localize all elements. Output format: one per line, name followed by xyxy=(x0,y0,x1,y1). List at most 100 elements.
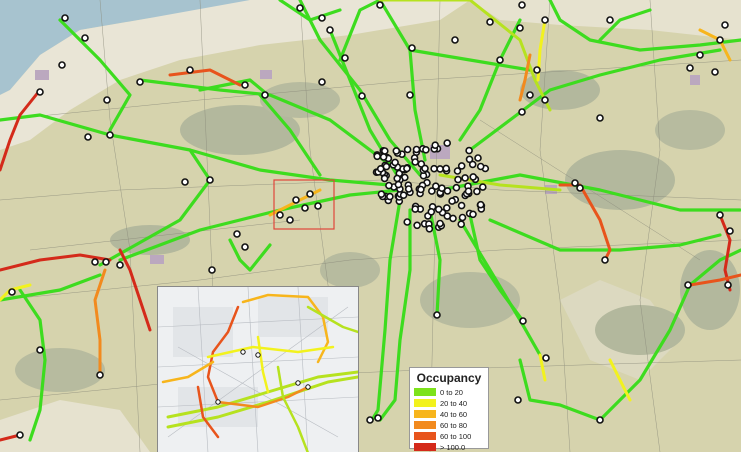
stop-marker xyxy=(726,227,734,235)
stop-marker xyxy=(102,258,110,266)
stop-marker xyxy=(292,196,300,204)
stop-marker xyxy=(58,61,66,69)
legend-item: 0 to 20 xyxy=(414,387,484,397)
stop-marker xyxy=(533,66,541,74)
stop-marker xyxy=(286,216,294,224)
stop-marker xyxy=(496,56,504,64)
stop-marker xyxy=(8,288,16,296)
stop-marker xyxy=(103,96,111,104)
inset-map-canvas xyxy=(158,287,358,452)
stop-marker xyxy=(36,346,44,354)
stop-marker xyxy=(96,371,104,379)
stop-marker xyxy=(716,36,724,44)
stop-marker xyxy=(696,51,704,59)
stop-marker xyxy=(476,162,485,171)
stop-marker xyxy=(486,18,494,26)
legend-label: > 100.0 xyxy=(440,442,466,452)
stop-marker xyxy=(403,218,412,226)
stop-marker xyxy=(380,174,389,183)
legend-swatch xyxy=(414,388,436,396)
legend-title: Occupancy xyxy=(416,371,482,385)
legend-swatch xyxy=(414,443,436,451)
stop-marker xyxy=(465,146,473,155)
stop-marker xyxy=(413,221,421,230)
stop-marker xyxy=(391,158,399,167)
stop-marker xyxy=(36,88,44,96)
stop-marker xyxy=(417,185,425,194)
stop-marker xyxy=(469,173,478,181)
legend-item: 40 to 60 xyxy=(414,409,484,419)
stop-marker xyxy=(412,145,421,154)
stop-marker xyxy=(541,16,549,24)
stop-marker xyxy=(457,162,466,170)
stop-marker xyxy=(61,14,69,22)
stop-marker xyxy=(366,416,374,424)
stop-marker xyxy=(457,201,466,210)
stop-marker xyxy=(442,164,451,173)
forest-area xyxy=(260,82,340,118)
stop-marker xyxy=(314,202,322,210)
stop-marker xyxy=(684,281,692,289)
stop-marker xyxy=(373,152,382,161)
stop-marker xyxy=(380,147,389,155)
main-map[interactable] xyxy=(0,0,741,452)
stop-marker xyxy=(436,165,444,173)
legend-swatch xyxy=(414,399,436,407)
inset-map[interactable] xyxy=(157,286,359,452)
stop-marker xyxy=(454,175,462,184)
stop-marker xyxy=(376,1,384,9)
stop-marker xyxy=(724,281,732,289)
stop-marker xyxy=(541,96,549,104)
legend-swatch xyxy=(414,410,436,418)
stop-marker xyxy=(606,16,614,24)
stop-marker xyxy=(686,64,694,72)
stop-marker xyxy=(318,78,326,86)
stop-marker xyxy=(318,14,326,22)
stop-marker xyxy=(514,396,522,404)
stop-marker xyxy=(436,219,444,228)
stop-marker xyxy=(457,220,466,228)
legend-item: > 100.0 xyxy=(414,442,484,452)
stop-marker xyxy=(571,179,579,187)
stop-marker xyxy=(443,139,452,147)
forest-area xyxy=(565,150,675,210)
stop-marker xyxy=(326,26,334,34)
forest-area xyxy=(420,272,520,328)
stop-marker xyxy=(206,176,214,184)
stop-marker xyxy=(442,204,451,212)
legend-item: 60 to 100 xyxy=(414,431,484,441)
stop-marker xyxy=(136,78,144,86)
legend-item: 60 to 80 xyxy=(414,420,484,430)
stop-marker xyxy=(452,183,461,192)
stop-marker xyxy=(430,164,438,173)
stop-marker xyxy=(181,178,189,186)
stop-marker xyxy=(84,133,92,141)
stop-marker xyxy=(473,187,481,196)
stop-marker xyxy=(434,205,443,214)
transit-occupancy-map[interactable]: Occupancy 0 to 20 20 to 40 40 to 60 60 t… xyxy=(0,0,741,452)
stop-marker xyxy=(392,147,401,155)
stop-marker xyxy=(306,190,314,198)
stop-marker xyxy=(518,108,526,116)
stop-marker xyxy=(464,187,473,195)
stop-marker xyxy=(476,200,485,209)
stop-marker xyxy=(458,213,467,222)
stop-marker xyxy=(374,414,382,422)
stop-marker xyxy=(394,180,403,189)
industrial-area xyxy=(260,70,272,79)
stop-marker xyxy=(596,416,604,424)
stop-marker xyxy=(241,243,249,251)
legend-swatch xyxy=(414,432,436,440)
stop-marker xyxy=(448,197,456,205)
stop-marker xyxy=(461,174,469,182)
stop-marker xyxy=(91,258,99,266)
stop-marker xyxy=(427,187,436,195)
stop-marker xyxy=(526,91,534,99)
stop-marker xyxy=(451,36,459,44)
stop-marker xyxy=(358,92,366,100)
stop-marker xyxy=(518,1,526,9)
legend-swatch xyxy=(414,421,436,429)
stop-marker xyxy=(465,155,474,164)
stop-marker xyxy=(469,210,477,219)
stop-marker xyxy=(411,205,420,213)
